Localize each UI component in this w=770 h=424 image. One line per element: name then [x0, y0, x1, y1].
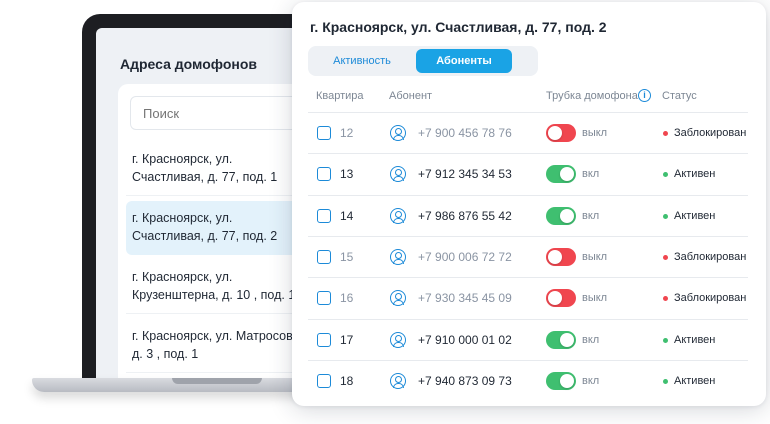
- handset-state-label: выкл: [582, 292, 608, 305]
- status-badge: Активен: [674, 209, 716, 222]
- apartment-number: 16: [340, 291, 354, 306]
- handset-toggle[interactable]: [546, 124, 576, 142]
- status-dot: [663, 172, 668, 178]
- subscriber-phone: +7 900 006 72 72: [418, 249, 512, 264]
- row-checkbox[interactable]: [317, 373, 331, 388]
- status-badge: Активен: [674, 333, 716, 346]
- status-dot: [663, 213, 668, 219]
- row-checkbox[interactable]: [317, 126, 331, 140]
- column-header-handset: Трубка домофона: [546, 90, 638, 102]
- subscriber-phone: +7 986 876 55 42: [418, 208, 512, 223]
- row-checkbox[interactable]: [317, 167, 331, 182]
- subscriber-phone: +7 940 873 09 73: [418, 373, 512, 388]
- toggle-knob: [548, 291, 562, 306]
- handset-state-label: вкл: [582, 168, 600, 181]
- row-checkbox[interactable]: [317, 249, 331, 264]
- status-dot: [663, 296, 668, 302]
- column-header-apartment: Квартира: [316, 90, 364, 102]
- status-badge: Заблокирован: [674, 292, 747, 305]
- user-icon: [390, 125, 406, 141]
- toggle-knob: [560, 167, 574, 182]
- apartment-number: 17: [340, 332, 354, 347]
- handset-state-label: вкл: [582, 209, 600, 222]
- table-row: 15 +7 900 006 72 72 выкл Заблокирован: [308, 235, 748, 277]
- status-dot: [663, 337, 668, 343]
- toggle-knob: [560, 332, 574, 347]
- user-icon: [390, 372, 406, 389]
- table-row: 12 +7 900 456 78 76 выкл Заблокирован: [308, 112, 748, 153]
- info-icon[interactable]: i: [638, 89, 651, 102]
- apartment-number: 14: [340, 208, 354, 223]
- handset-toggle[interactable]: [546, 165, 576, 184]
- laptop-notch: [172, 378, 262, 384]
- toggle-knob: [548, 249, 562, 264]
- subscriber-phone: +7 930 345 45 09: [418, 291, 512, 306]
- subscriber-phone: +7 912 345 34 53: [418, 167, 512, 182]
- column-header-subscriber: Абонент: [389, 90, 433, 102]
- status-dot: [663, 254, 668, 260]
- handset-state-label: выкл: [582, 250, 608, 263]
- handset-toggle[interactable]: [546, 371, 576, 390]
- status-badge: Активен: [674, 374, 716, 387]
- row-checkbox[interactable]: [317, 208, 331, 223]
- status-badge: Активен: [674, 168, 716, 181]
- toggle-knob: [548, 126, 562, 140]
- apartment-number: 15: [340, 249, 354, 264]
- table-row: 18 +7 940 873 09 73 вкл Активен: [308, 359, 748, 401]
- toggle-knob: [560, 373, 574, 388]
- user-icon: [390, 248, 406, 265]
- handset-toggle[interactable]: [546, 330, 576, 349]
- handset-toggle[interactable]: [546, 247, 576, 266]
- row-checkbox[interactable]: [317, 332, 331, 347]
- user-icon: [390, 290, 406, 307]
- tab-subscribers[interactable]: Абоненты: [416, 49, 512, 73]
- user-icon: [390, 207, 406, 224]
- table-row: 13 +7 912 345 34 53 вкл Активен: [308, 153, 748, 194]
- apartment-number: 18: [340, 373, 354, 388]
- table-row: 17 +7 910 000 01 02 вкл Активен: [308, 318, 748, 360]
- handset-toggle[interactable]: [546, 289, 576, 308]
- apartment-number: 12: [340, 126, 354, 140]
- tab-activity[interactable]: Активность: [312, 49, 412, 73]
- status-badge: Заблокирован: [674, 250, 747, 263]
- handset-state-label: вкл: [582, 374, 600, 387]
- tab-bar: Активность Абоненты: [308, 46, 538, 76]
- handset-toggle[interactable]: [546, 206, 576, 225]
- subscriber-phone: +7 910 000 01 02: [418, 332, 512, 347]
- card-title: г. Красноярск, ул. Счастливая, д. 77, по…: [310, 19, 607, 35]
- table-row: 16 +7 930 345 45 09 выкл Заблокирован: [308, 277, 748, 318]
- status-dot: [663, 378, 668, 384]
- user-icon: [390, 331, 406, 348]
- status-dot: [663, 131, 668, 136]
- table-row: 14 +7 986 876 55 42 вкл Активен: [308, 194, 748, 236]
- apartment-number: 13: [340, 167, 354, 182]
- column-header-status: Статус: [662, 90, 697, 102]
- user-icon: [390, 166, 406, 183]
- toggle-knob: [560, 208, 574, 223]
- row-checkbox[interactable]: [317, 291, 331, 306]
- status-badge: Заблокирован: [674, 127, 747, 139]
- subscriber-phone: +7 900 456 78 76: [418, 126, 512, 140]
- subscribers-card: г. Красноярск, ул. Счастливая, д. 77, по…: [292, 2, 766, 406]
- handset-state-label: вкл: [582, 333, 600, 346]
- handset-state-label: выкл: [582, 127, 608, 139]
- address-list-title: Адреса домофонов: [120, 56, 257, 72]
